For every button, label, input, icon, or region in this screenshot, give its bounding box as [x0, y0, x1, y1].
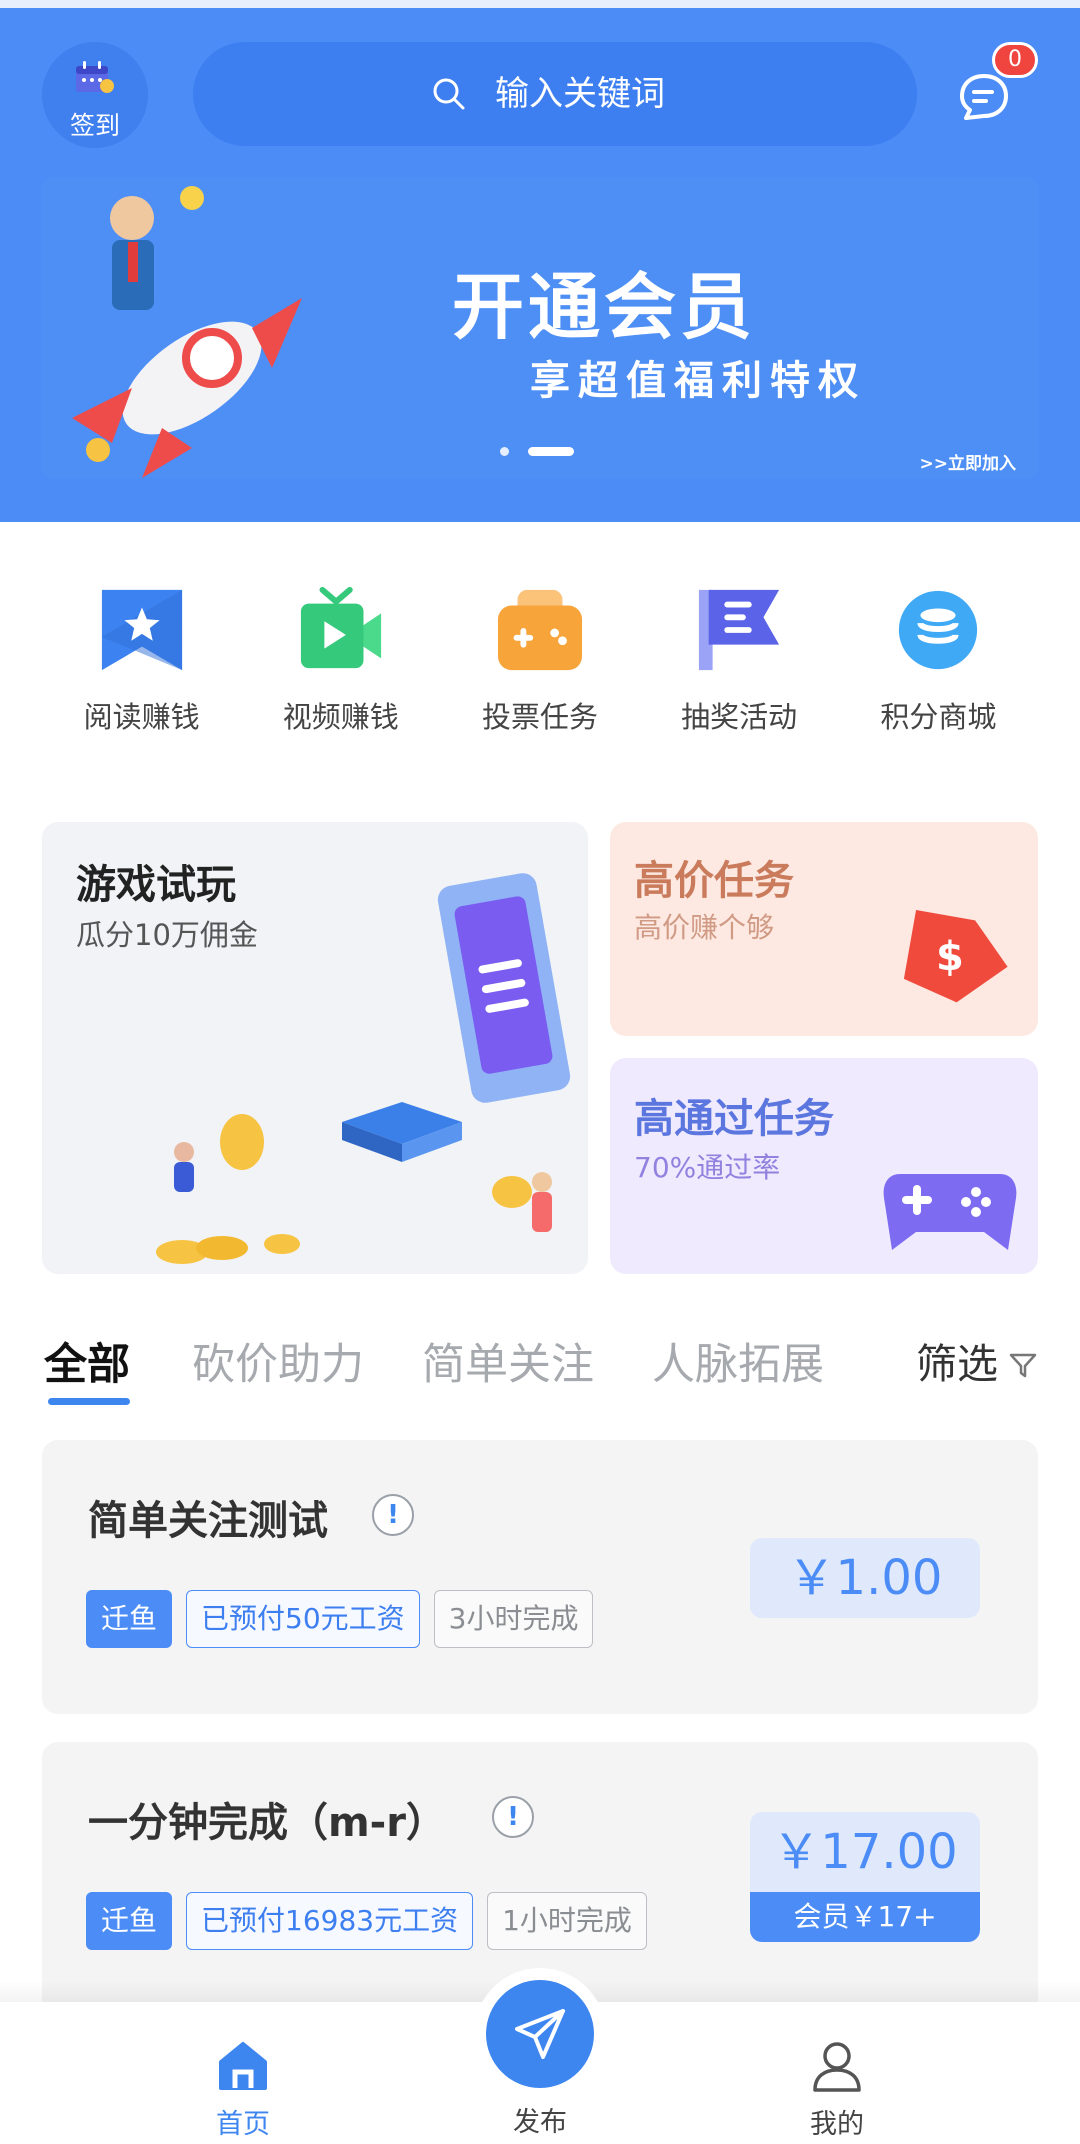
task-price: ￥1.00 — [750, 1538, 980, 1618]
task-card[interactable]: 简单关注测试 ! 迁鱼 已预付50元工资 3小时完成 ￥1.00 — [42, 1440, 1038, 1714]
nav-home-label: 首页 — [216, 2109, 270, 2140]
gamepad-bag-icon — [497, 589, 583, 671]
prepaid-tag: 已预付50元工资 — [186, 1590, 420, 1648]
price-tag-icon: $ — [903, 909, 1008, 1003]
filter-button[interactable]: 筛选 — [916, 1330, 998, 1390]
owner-tag: 迁鱼 — [86, 1590, 173, 1648]
quick-action-label: 视频赚钱 — [282, 700, 399, 734]
flag-list-icon — [699, 589, 780, 671]
member-banner[interactable]: 开通会员 享超值福利特权 >>立即加入 — [42, 178, 1038, 478]
search-icon — [433, 78, 465, 110]
message-count-badge: 0 — [992, 42, 1038, 78]
task-tags: 迁鱼 已预付50元工资 3小时完成 — [86, 1590, 594, 1648]
task-name: 一分钟完成（m-r） — [88, 1800, 447, 1846]
owner-tag: 迁鱼 — [86, 1892, 173, 1950]
high-pass-subtitle: 70%通过率 — [634, 1151, 781, 1184]
task-price: ￥17.00 会员￥17+ — [750, 1812, 980, 1942]
quick-action-read[interactable]: 阅读赚钱 — [42, 586, 241, 736]
filter-icon[interactable] — [1008, 1350, 1038, 1380]
message-icon[interactable] — [958, 72, 1010, 122]
send-icon — [515, 2009, 565, 2059]
banner-subtitle: 享超值福利特权 — [530, 358, 866, 404]
duration-tag: 1小时完成 — [487, 1892, 647, 1950]
active-tab-indicator — [48, 1398, 130, 1405]
banner-pagination — [500, 446, 580, 456]
video-camera-icon — [300, 586, 381, 669]
quick-action-mall[interactable]: 积分商城 — [839, 586, 1038, 736]
info-icon[interactable]: ! — [372, 1494, 414, 1536]
high-pass-card[interactable]: 高通过任务 70%通过率 — [610, 1058, 1038, 1274]
high-price-card[interactable]: $ 高价任务 高价赚个够 — [610, 822, 1038, 1036]
user-icon — [813, 2042, 861, 2092]
publish-button[interactable] — [486, 1980, 594, 2088]
member-price: 会员￥17+ — [750, 1892, 980, 1942]
quick-actions: 阅读赚钱 视频赚钱 投票任务 抽奖活动 积分商城 — [42, 586, 1038, 736]
quick-action-label: 抽奖活动 — [681, 700, 798, 734]
task-name: 简单关注测试 — [88, 1498, 328, 1544]
calendar-icon — [76, 61, 114, 93]
info-icon[interactable]: ! — [492, 1796, 534, 1838]
high-price-subtitle: 高价赚个够 — [634, 911, 775, 944]
price-value: ￥1.00 — [787, 1550, 943, 1606]
banner-dot-active[interactable] — [528, 447, 574, 456]
task-tags: 迁鱼 已预付16983元工资 1小时完成 — [86, 1892, 647, 1950]
bookmark-star-icon — [101, 589, 182, 671]
banner-dot[interactable] — [500, 447, 509, 456]
search-placeholder: 输入关键词 — [495, 74, 665, 114]
home-icon — [219, 2042, 267, 2090]
quick-action-label: 投票任务 — [481, 700, 598, 734]
nav-publish-label: 发布 — [513, 2107, 567, 2138]
tab-network[interactable]: 人脉拓展 — [652, 1330, 824, 1392]
nav-me[interactable]: 我的 — [757, 2002, 917, 2144]
gamepad-icon — [883, 1174, 1017, 1250]
banner-join-link[interactable]: >>立即加入 — [920, 449, 1017, 474]
quick-action-lottery[interactable]: 抽奖活动 — [640, 586, 839, 736]
rocket-illustration — [72, 186, 302, 478]
duration-tag: 3小时完成 — [433, 1590, 594, 1648]
game-trial-title: 游戏试玩 — [76, 862, 236, 908]
nav-home[interactable]: 首页 — [163, 2002, 323, 2144]
game-trial-card[interactable]: 游戏试玩 瓜分10万佣金 — [42, 822, 588, 1274]
checkin-button[interactable]: 签到 — [42, 42, 148, 148]
quick-action-label: 积分商城 — [880, 700, 997, 734]
banner-title: 开通会员 — [452, 265, 757, 349]
tabs-fade — [870, 1320, 920, 1400]
search-input[interactable]: 输入关键词 — [193, 42, 917, 146]
high-price-title: 高价任务 — [634, 858, 794, 904]
checkin-label: 签到 — [69, 111, 120, 140]
prepaid-tag: 已预付16983元工资 — [186, 1892, 474, 1950]
tab-all[interactable]: 全部 — [44, 1330, 130, 1392]
price-value: ￥17.00 — [772, 1824, 958, 1880]
quick-action-vote[interactable]: 投票任务 — [440, 586, 639, 736]
database-icon — [899, 590, 978, 670]
category-tabs: 全部 砍价助力 简单关注 人脉拓展 筛选 — [0, 1320, 1080, 1410]
high-pass-title: 高通过任务 — [634, 1096, 834, 1142]
svg-text:$: $ — [936, 934, 964, 980]
quick-action-label: 阅读赚钱 — [83, 700, 200, 734]
status-strip — [0, 0, 1080, 8]
quick-action-video[interactable]: 视频赚钱 — [241, 586, 440, 736]
game-trial-subtitle: 瓜分10万佣金 — [76, 918, 258, 952]
nav-me-label: 我的 — [810, 2109, 864, 2140]
tab-simple-follow[interactable]: 简单关注 — [422, 1330, 594, 1392]
header: 签到 输入关键词 0 开通会员 享超值福利特权 >>立即加入 — [0, 0, 1080, 522]
tab-bargain[interactable]: 砍价助力 — [192, 1330, 364, 1392]
